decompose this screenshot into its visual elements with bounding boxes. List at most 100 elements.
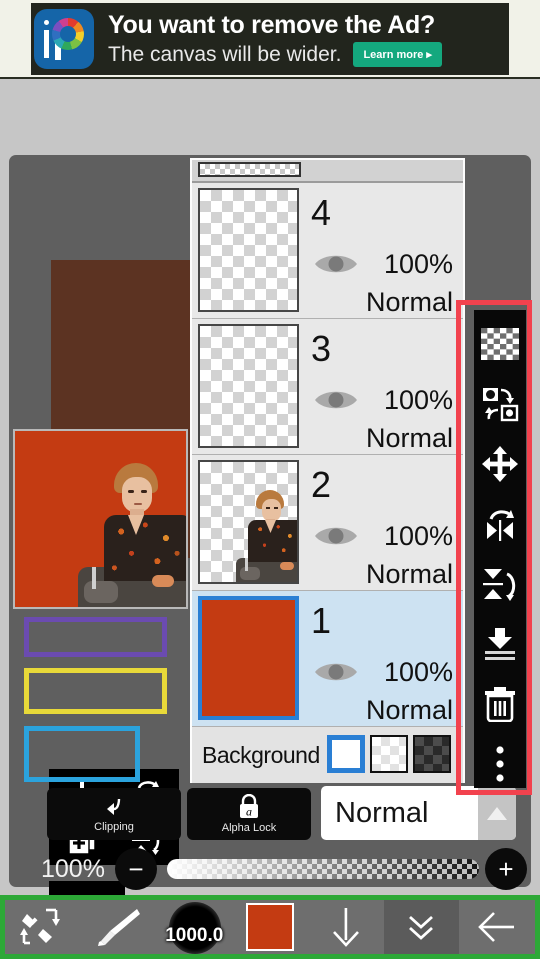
brush-size-value: 1000.0 — [165, 925, 224, 946]
merge-down-icon — [485, 628, 515, 660]
move-arrows-icon — [482, 446, 518, 482]
background-row: Background — [192, 727, 463, 783]
right-toolbar — [474, 310, 526, 788]
down-arrow-button[interactable] — [308, 900, 384, 954]
ad-subline: The canvas will be wider. — [108, 42, 342, 66]
more-options-button[interactable] — [480, 744, 520, 784]
background-swatch-white[interactable] — [327, 735, 365, 773]
layer-thumbnail[interactable] — [198, 460, 299, 584]
brush-button[interactable] — [81, 900, 157, 954]
ad-headline: You want to remove the Ad? — [108, 11, 435, 39]
layer-visibility-toggle[interactable] — [313, 251, 359, 277]
layer-name: 1 — [311, 600, 332, 641]
merge-down-button[interactable] — [480, 624, 520, 664]
clipping-arrow-icon — [107, 798, 121, 815]
background-label: Background — [202, 741, 320, 768]
flip-vertical-icon — [483, 569, 516, 601]
layer-thumbnail[interactable] — [198, 596, 299, 720]
eye-icon — [315, 391, 357, 409]
opacity-increase-button[interactable]: + — [485, 848, 527, 890]
layer-visibility-toggle[interactable] — [313, 659, 359, 685]
layers-panel: 4 100% Normal 3 100% Normal 2 100% Norma… — [190, 158, 465, 783]
layer-control-row: Clipping a Alpha Lock Normal — [9, 784, 531, 842]
layer-name: 2 — [311, 464, 332, 505]
layer-thumbnail-photo — [236, 486, 297, 582]
layer-opacity: 100% — [383, 385, 453, 415]
highlight-box-duplicate-layer-row — [24, 668, 167, 714]
ibis-paint-logo-icon — [34, 9, 94, 69]
layer-name: 4 — [311, 192, 332, 233]
layer-name: 3 — [311, 328, 332, 369]
back-arrow-icon — [478, 912, 515, 942]
clipping-button[interactable]: Clipping — [47, 788, 181, 840]
layer-blend-mode: Normal — [365, 559, 453, 589]
brush-size-button[interactable]: 1000.0 — [156, 900, 232, 954]
trash-icon — [485, 687, 515, 722]
eye-icon — [315, 527, 357, 545]
undo-redo-icon — [19, 908, 60, 945]
layer-row[interactable]: 3 100% Normal — [192, 319, 463, 455]
layer-blend-mode: Normal — [365, 695, 453, 725]
blend-mode-select[interactable]: Normal — [321, 786, 516, 840]
arrow-down-icon — [332, 908, 359, 947]
eye-icon — [315, 255, 357, 273]
color-button[interactable] — [232, 900, 308, 954]
layers-scroll-top[interactable] — [192, 160, 463, 183]
layer-visibility-toggle[interactable] — [313, 523, 359, 549]
alpha-lock-label: Alpha Lock — [221, 822, 277, 834]
back-button[interactable] — [459, 900, 535, 954]
layer-row[interactable]: 1 100% Normal — [192, 591, 463, 727]
ad-banner[interactable]: You want to remove the Ad? The canvas wi… — [0, 0, 540, 79]
blend-mode-arrow-button[interactable] — [478, 786, 516, 840]
chevron-double-down-icon — [409, 915, 434, 940]
clipping-label: Clipping — [94, 821, 134, 833]
layer-blend-mode: Normal — [365, 423, 453, 453]
svg-text:a: a — [246, 805, 252, 819]
flip-horizontal-tool-button[interactable] — [480, 504, 520, 544]
highlight-box-add-layer-row — [24, 617, 167, 657]
app-root: You want to remove the Ad? The canvas wi… — [0, 0, 540, 959]
opacity-value-label: 100% — [41, 855, 105, 883]
color-swatch-icon — [246, 903, 295, 951]
brush-icon — [97, 909, 140, 946]
move-button[interactable] — [480, 444, 520, 484]
alpha-lock-icon: a — [240, 794, 258, 819]
layer-row[interactable]: 4 100% Normal — [192, 183, 463, 319]
learn-more-button[interactable]: Learn more ▸ — [353, 42, 442, 67]
partial-layer-thumbnail — [198, 162, 301, 177]
layer-thumbnail[interactable] — [198, 324, 299, 448]
bottom-toolbar: 1000.0 — [0, 895, 540, 959]
canvas-artwork[interactable] — [13, 429, 188, 609]
delete-layer-button[interactable] — [480, 684, 520, 724]
triangle-up-icon — [487, 806, 507, 820]
layer-opacity: 100% — [383, 521, 453, 551]
opacity-slider[interactable] — [167, 859, 479, 879]
transparency-button[interactable] — [480, 324, 520, 364]
more-vertical-icon — [496, 746, 504, 782]
ad-text-block: You want to remove the Ad? The canvas wi… — [108, 11, 509, 67]
layer-thumbnail[interactable] — [198, 188, 299, 312]
transform-button[interactable] — [480, 384, 520, 424]
background-swatch-dark-checker[interactable] — [413, 735, 451, 773]
layer-opacity: 100% — [383, 657, 453, 687]
opacity-decrease-button[interactable]: − — [115, 848, 157, 890]
layer-opacity: 100% — [383, 249, 453, 279]
layer-visibility-toggle[interactable] — [313, 387, 359, 413]
flip-vertical-tool-button[interactable] — [480, 564, 520, 604]
undo-redo-button[interactable] — [5, 900, 81, 954]
collapse-panel-button[interactable] — [383, 900, 460, 954]
ad-banner-inner[interactable]: You want to remove the Ad? The canvas wi… — [31, 3, 509, 75]
opacity-row: 100% − + — [9, 847, 531, 893]
artwork-person-photo — [78, 457, 186, 607]
blend-mode-value: Normal — [335, 796, 429, 829]
background-swatches — [327, 735, 451, 773]
rotate-transform-icon — [483, 388, 519, 422]
flip-horizontal-icon — [487, 510, 514, 541]
highlight-box-camera — [24, 726, 140, 782]
background-swatch-light-checker[interactable] — [370, 735, 408, 773]
alpha-lock-button[interactable]: a Alpha Lock — [187, 788, 311, 840]
checkerboard-transparency-icon — [481, 328, 519, 360]
layer-row[interactable]: 2 100% Normal — [192, 455, 463, 591]
eye-icon — [315, 663, 357, 681]
layer-blend-mode: Normal — [365, 287, 453, 317]
